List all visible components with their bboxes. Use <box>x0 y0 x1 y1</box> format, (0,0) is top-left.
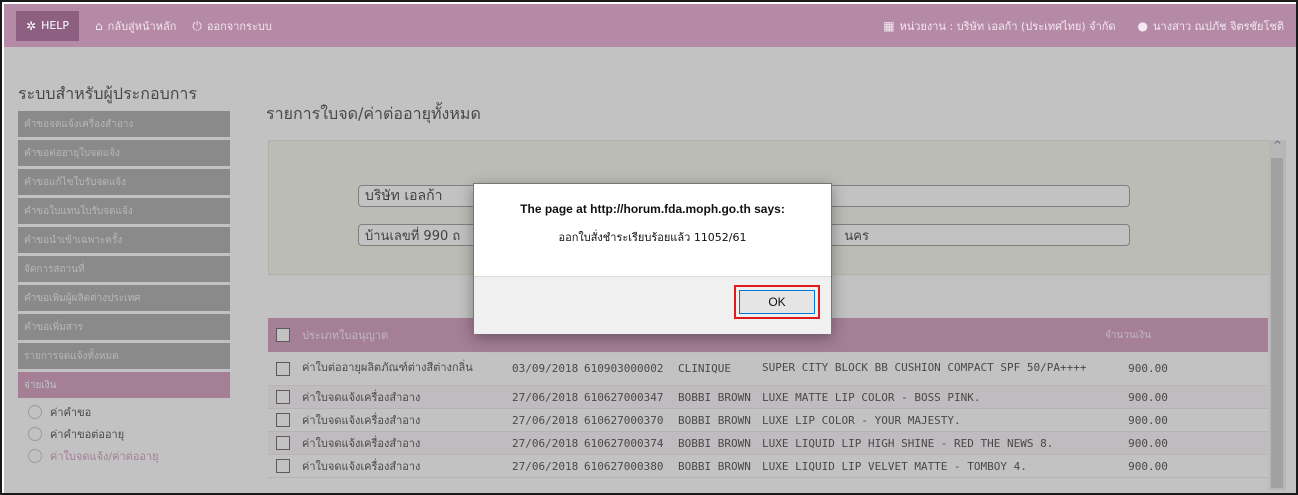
home-link[interactable]: ⌂ กลับสู่หน้าหลัก <box>95 17 176 35</box>
power-icon: ⏻ <box>192 18 202 33</box>
home-icon: ⌂ <box>95 18 103 33</box>
browser-page: ✲ HELP ⌂ กลับสู่หน้าหลัก ⏻ ออกจากระบบ ▦ … <box>0 0 1298 495</box>
alert-dialog: The page at http://horum.fda.moph.go.th … <box>473 183 832 334</box>
help-button[interactable]: ✲ HELP <box>16 10 80 41</box>
logout-label: ออกจากระบบ <box>206 19 272 33</box>
user-label: นางสาว ณปภัช จิตรชัยโชติ <box>1153 19 1284 33</box>
gear-icon: ✲ <box>26 18 37 33</box>
ok-highlight-box: OK <box>734 285 820 319</box>
alert-footer: OK <box>474 276 831 334</box>
alert-message: ออกใบสั่งชำระเรียบร้อยแล้ว 11052/61 <box>558 231 747 244</box>
agency-info: ▦ หน่วยงาน : บริษัท เอลก้า (ประเทศไทย) จ… <box>883 17 1115 35</box>
home-label: กลับสู่หน้าหลัก <box>107 19 177 33</box>
agency-label: หน่วยงาน : บริษัท เอลก้า (ประเทศไทย) จำก… <box>899 19 1116 33</box>
user-icon: ● <box>1137 18 1149 33</box>
alert-title: The page at http://horum.fda.moph.go.th … <box>520 202 785 216</box>
help-label: HELP <box>41 19 70 32</box>
ok-button[interactable]: OK <box>739 290 815 314</box>
top-nav-bar: ✲ HELP ⌂ กลับสู่หน้าหลัก ⏻ ออกจากระบบ ▦ … <box>4 4 1296 47</box>
logout-link[interactable]: ⏻ ออกจากระบบ <box>192 17 271 35</box>
building-icon: ▦ <box>883 18 895 33</box>
user-info[interactable]: ● นางสาว ณปภัช จิตรชัยโชติ <box>1138 17 1284 35</box>
alert-body: The page at http://horum.fda.moph.go.th … <box>474 184 831 276</box>
